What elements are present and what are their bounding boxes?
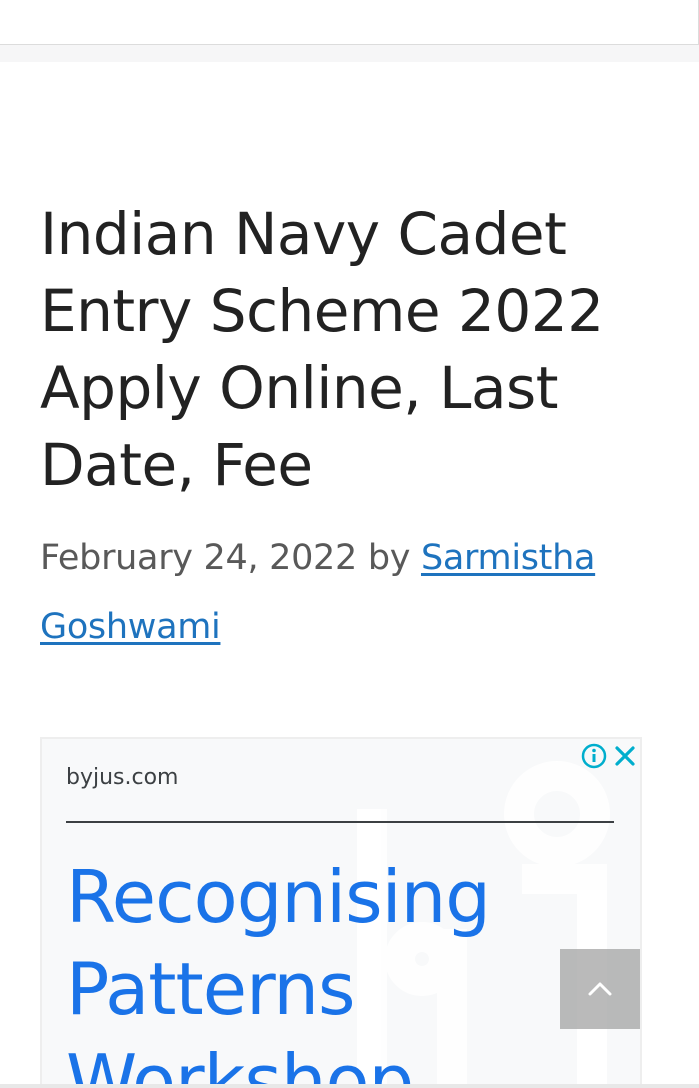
info-icon[interactable] <box>581 743 607 769</box>
post-date: February 24, 2022 <box>40 538 357 578</box>
byline-prefix: by <box>367 538 411 578</box>
chevron-up-icon <box>588 982 612 996</box>
site-header <box>0 0 699 45</box>
page: Indian Navy Cadet Entry Scheme 2022 Appl… <box>0 0 699 1088</box>
bottom-edge <box>0 1084 699 1088</box>
back-to-top-button[interactable] <box>560 949 640 1029</box>
ad-headline[interactable]: Recognising Patterns Workshop <box>66 851 626 1088</box>
ad-domain[interactable]: byjus.com <box>66 765 178 790</box>
ad-divider <box>66 821 614 823</box>
close-icon[interactable] <box>612 743 638 769</box>
advertisement[interactable]: byjus.com Recognising Patterns Workshop <box>40 737 642 1088</box>
article-meta: February 24, 2022 by Sarmistha Goshwami <box>40 524 640 662</box>
article-title: Indian Navy Cadet Entry Scheme 2022 Appl… <box>40 200 604 499</box>
header-separator <box>0 45 699 62</box>
